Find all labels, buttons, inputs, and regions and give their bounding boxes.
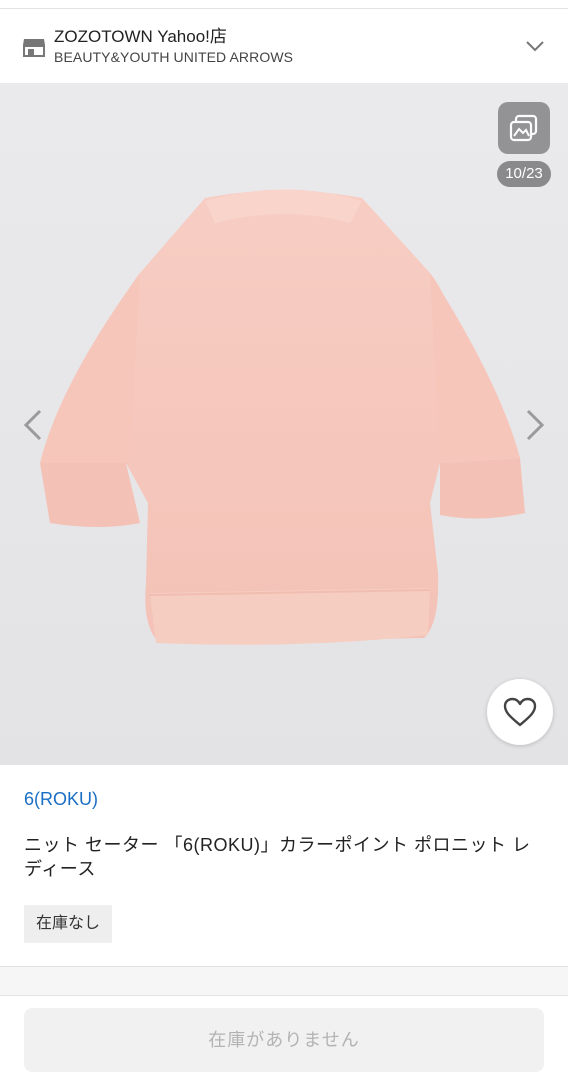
chevron-down-icon[interactable] [524,37,546,55]
bottom-action-bar: 在庫がありません [0,996,568,1080]
gallery-view-button[interactable] [498,102,550,154]
store-info: ZOZOTOWN Yahoo!店 BEAUTY&YOUTH UNITED ARR… [54,26,293,66]
top-divider [0,0,568,9]
section-gap [0,967,568,996]
heart-icon [503,697,537,727]
favorite-button[interactable] [487,679,553,745]
add-to-cart-button[interactable]: 在庫がありません [24,1008,544,1072]
store-subtitle: BEAUTY&YOUTH UNITED ARROWS [54,49,294,65]
image-counter: 10/23 [497,161,551,187]
images-icon [509,114,538,142]
brand-link[interactable]: 6(ROKU) [24,789,98,810]
product-image-gallery[interactable]: 10/23 [0,83,568,765]
chevron-right-icon[interactable] [520,405,550,445]
stock-status-badge: 在庫なし [24,905,113,943]
store-name: ZOZOTOWN Yahoo!店 [54,27,227,46]
store-icon [23,39,45,57]
chevron-left-icon[interactable] [18,405,48,445]
product-title: ニット セーター 「6(ROKU)」カラーポイント ポロニット レディース [24,835,531,879]
store-header[interactable]: ZOZOTOWN Yahoo!店 BEAUTY&YOUTH UNITED ARR… [0,9,568,83]
product-image [40,189,525,645]
